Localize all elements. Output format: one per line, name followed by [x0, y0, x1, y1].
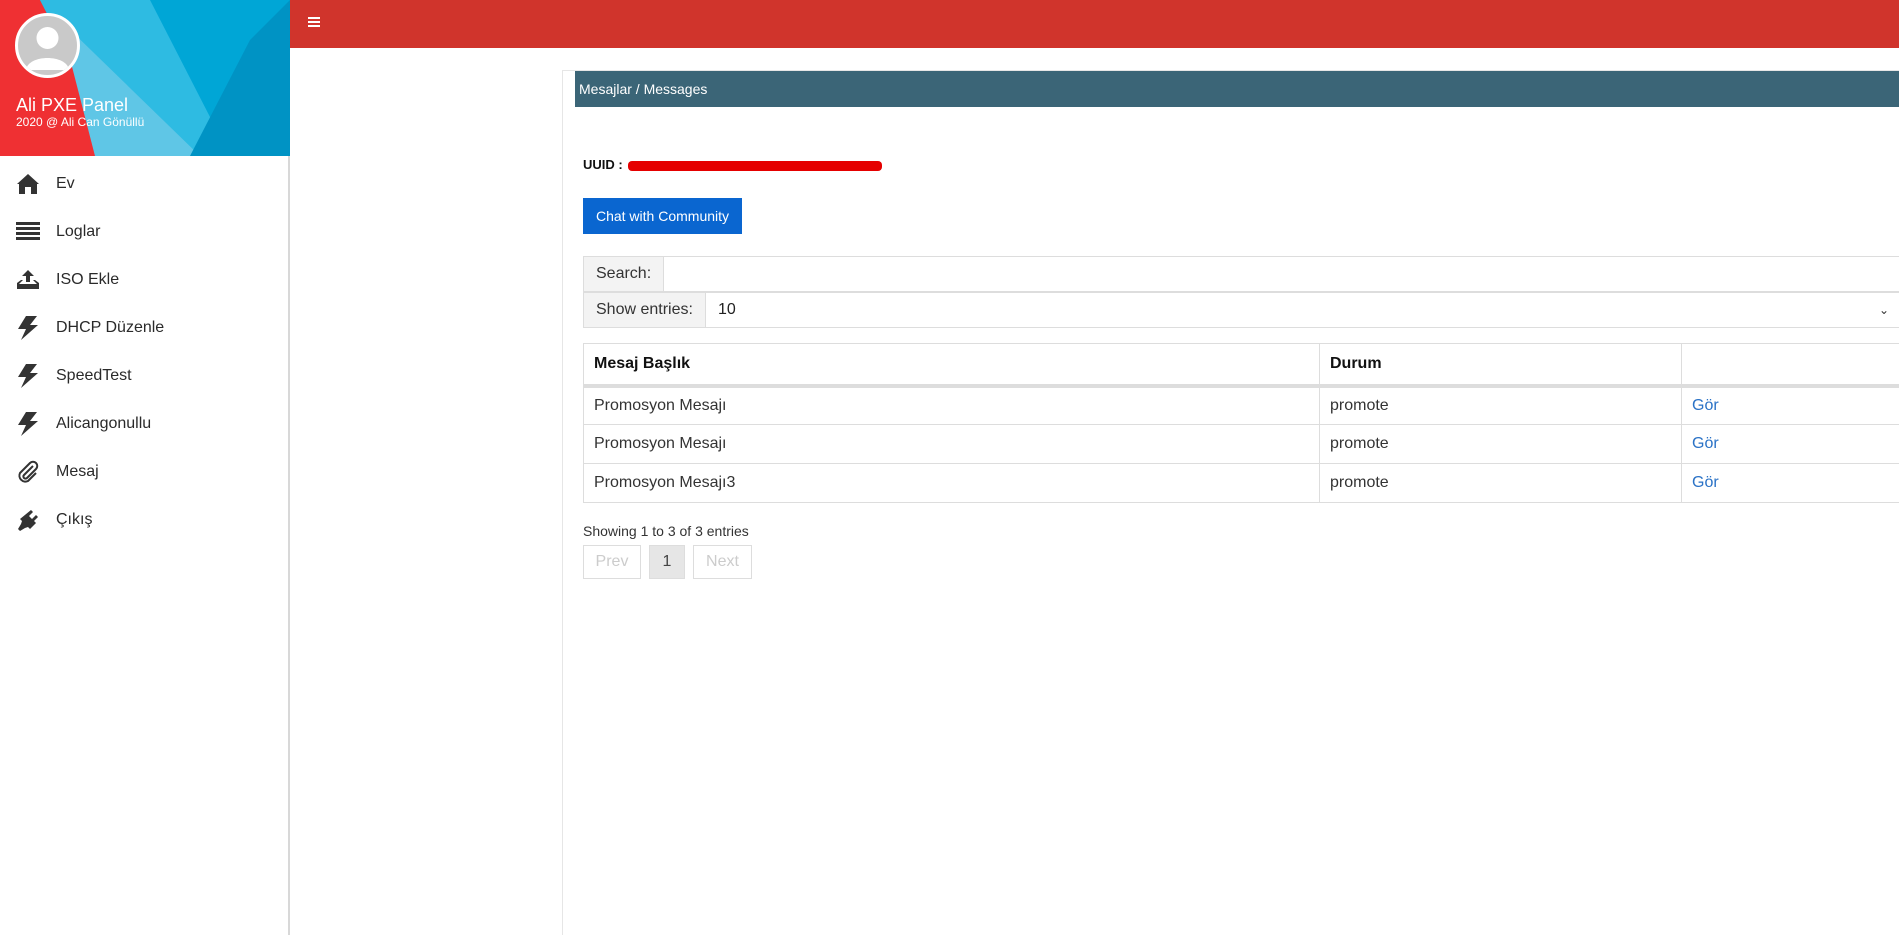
- avatar[interactable]: [15, 13, 80, 78]
- next-page-button[interactable]: Next: [693, 545, 752, 579]
- sidebar-item-ev[interactable]: Ev: [0, 160, 288, 208]
- cell-action: Gör: [1681, 463, 1899, 503]
- cell-action: Gör: [1681, 424, 1899, 464]
- entries-value: 10: [717, 301, 736, 318]
- sidebar-item-speedtest[interactable]: SpeedTest: [0, 352, 288, 400]
- list-icon: [15, 219, 41, 245]
- top-bar: [290, 0, 1899, 48]
- table-row: Promosyon Mesajı3 promote Gör: [583, 463, 1899, 503]
- sidebar-item-loglar[interactable]: Loglar: [0, 208, 288, 256]
- uuid-redacted: [628, 160, 883, 171]
- plug-icon: [15, 507, 41, 533]
- chevron-down-icon: ⌄: [1878, 303, 1889, 317]
- view-link[interactable]: Gör: [1692, 397, 1719, 414]
- uuid-row: UUID :: [583, 157, 883, 172]
- content-panel: Mesajlar / Messages UUID : Chat with Com…: [562, 70, 1899, 935]
- view-link[interactable]: Gör: [1692, 435, 1719, 452]
- paperclip-icon: [15, 459, 41, 485]
- search-label: Search:: [584, 257, 664, 291]
- cell-action: Gör: [1681, 385, 1899, 425]
- sidebar-item-label: Ev: [56, 175, 75, 192]
- bolt-icon: [15, 411, 41, 437]
- sidebar-header: Ali PXE Panel 2020 @ Ali Can Gönüllü: [0, 0, 290, 156]
- sidebar-item-label: DHCP Düzenle: [56, 319, 165, 336]
- sidebar: Ali PXE Panel 2020 @ Ali Can Gönüllü Ev …: [0, 0, 290, 935]
- view-link[interactable]: Gör: [1692, 474, 1719, 491]
- sidebar-item-dhcp[interactable]: DHCP Düzenle: [0, 304, 288, 352]
- entries-select[interactable]: 10 ⌄: [704, 293, 1899, 327]
- pagination: Prev 1 Next: [583, 545, 760, 579]
- sidebar-nav: Ev Loglar ISO Ekle DHCP Düzenle SpeedTes…: [0, 156, 288, 544]
- column-header-status[interactable]: Durum: [1319, 343, 1682, 388]
- entries-row: Show entries: 10 ⌄: [583, 292, 1899, 328]
- search-row: Search:: [583, 256, 1899, 292]
- search-input[interactable]: [663, 257, 1899, 291]
- bolt-icon: [15, 363, 41, 389]
- sidebar-item-label: Çıkış: [56, 511, 93, 528]
- home-icon: [15, 171, 41, 197]
- sidebar-item-iso-ekle[interactable]: ISO Ekle: [0, 256, 288, 304]
- prev-page-button[interactable]: Prev: [583, 545, 641, 579]
- table-header-row: Mesaj Başlık Durum: [583, 343, 1899, 388]
- column-header-title[interactable]: Mesaj Başlık: [583, 343, 1320, 388]
- hamburger-icon[interactable]: [308, 17, 320, 27]
- page-1-button[interactable]: 1: [649, 545, 685, 579]
- cell-status: promote: [1319, 385, 1682, 425]
- entries-label: Show entries:: [584, 293, 705, 327]
- cell-title: Promosyon Mesajı: [583, 385, 1320, 425]
- cell-title: Promosyon Mesajı: [583, 424, 1320, 464]
- sidebar-item-label: ISO Ekle: [56, 271, 120, 288]
- sidebar-item-alicangonullu[interactable]: Alicangonullu: [0, 400, 288, 448]
- sidebar-item-label: Loglar: [56, 223, 101, 240]
- cell-title: Promosyon Mesajı3: [583, 463, 1320, 503]
- sidebar-item-label: Mesaj: [56, 463, 99, 480]
- column-header-action: [1681, 343, 1899, 388]
- bolt-icon: [15, 315, 41, 341]
- brand-title: Ali PXE Panel: [16, 95, 129, 115]
- sidebar-item-label: Alicangonullu: [56, 415, 152, 432]
- panel-title: Mesajlar / Messages: [575, 71, 1899, 107]
- table-row: Promosyon Mesajı promote Gör: [583, 424, 1899, 464]
- uuid-label: UUID :: [583, 157, 623, 172]
- sidebar-item-cikis[interactable]: Çıkış: [0, 496, 288, 544]
- upload-icon: [15, 267, 41, 293]
- messages-table: Mesaj Başlık Durum Promosyon Mesajı prom…: [583, 343, 1899, 503]
- chat-with-community-button[interactable]: Chat with Community: [583, 198, 742, 234]
- showing-info: Showing 1 to 3 of 3 entries: [583, 523, 749, 539]
- cell-status: promote: [1319, 424, 1682, 464]
- sidebar-item-mesaj[interactable]: Mesaj: [0, 448, 288, 496]
- table-row: Promosyon Mesajı promote Gör: [583, 385, 1899, 425]
- sidebar-item-label: SpeedTest: [56, 367, 132, 384]
- brand-subtitle: 2020 @ Ali Can Gönüllü: [16, 115, 145, 129]
- cell-status: promote: [1319, 463, 1682, 503]
